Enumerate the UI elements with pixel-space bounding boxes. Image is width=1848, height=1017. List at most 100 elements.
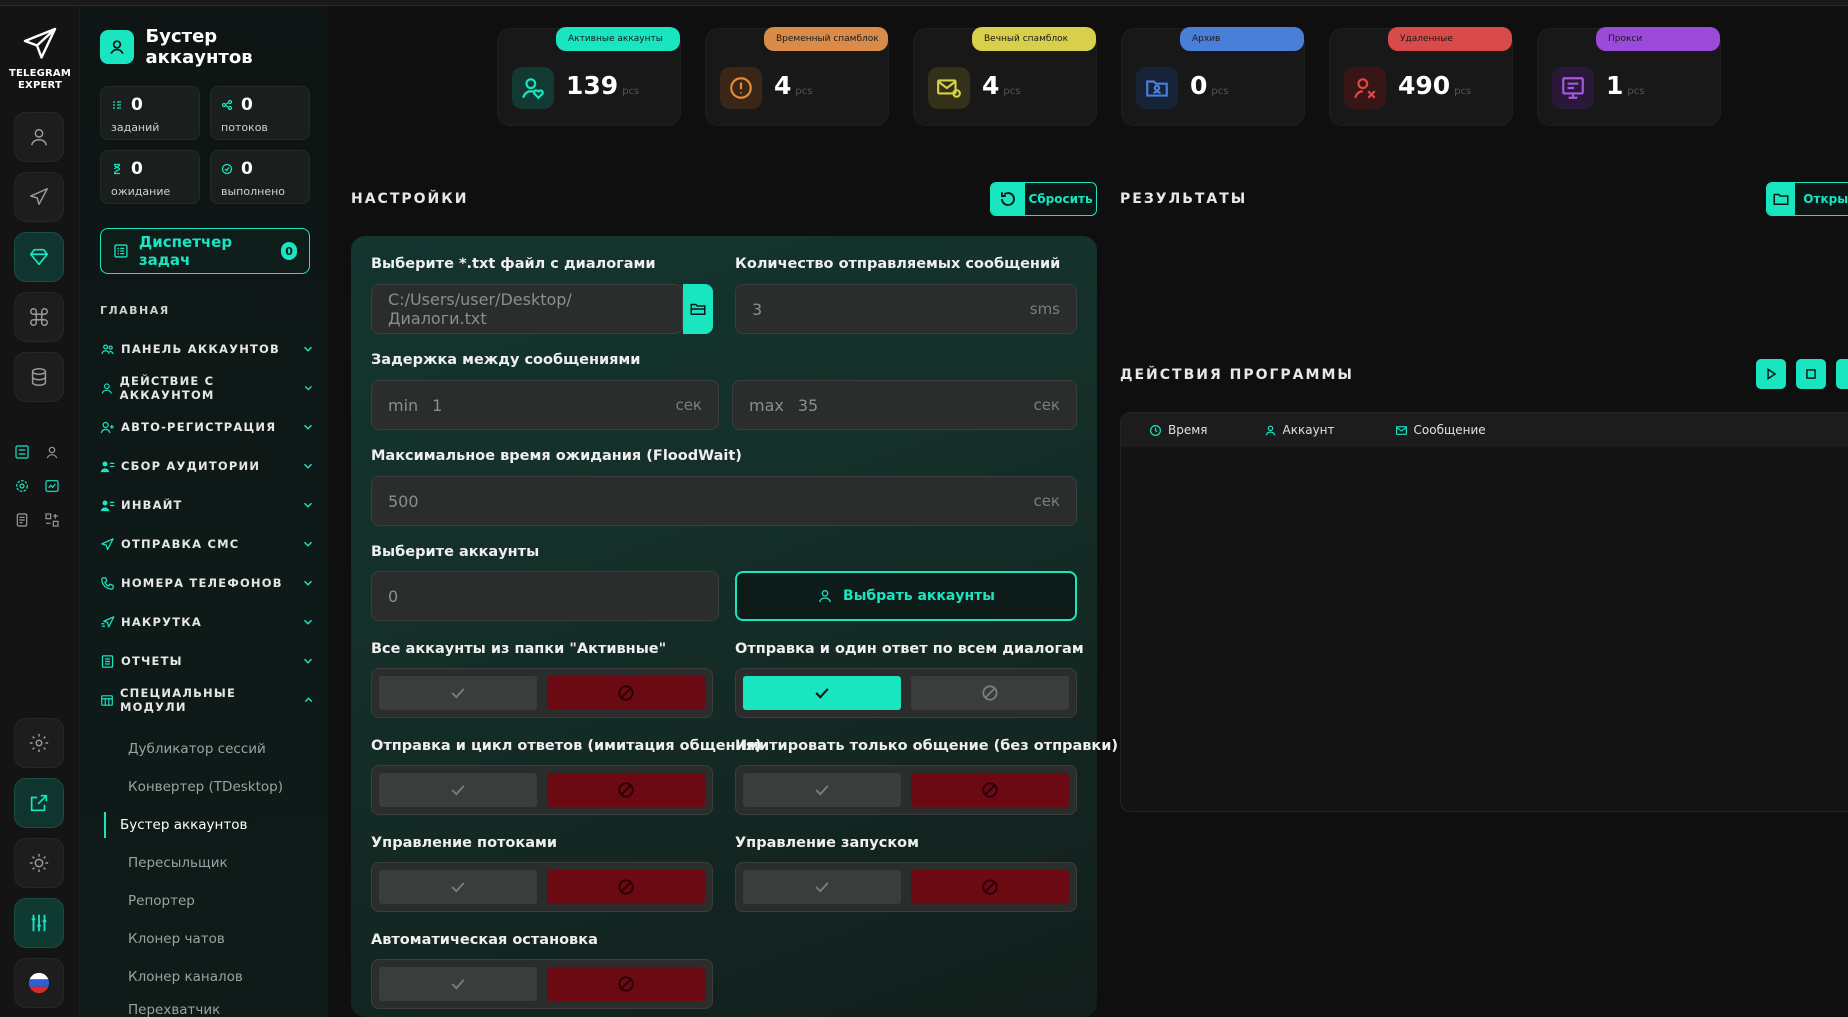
rail-mini-list-button[interactable] xyxy=(12,442,32,462)
reset-button[interactable]: Сбросить xyxy=(990,182,1097,216)
clear-button[interactable] xyxy=(1836,359,1848,389)
rail-command-button[interactable] xyxy=(14,292,64,342)
toggle-imitate-only-label: Имитировать только общение (без отправки… xyxy=(735,738,1119,754)
submenu-account-booster[interactable]: Бустер аккаунтов xyxy=(104,812,304,838)
rail-language-button[interactable] xyxy=(14,958,64,1008)
col-time[interactable]: Время xyxy=(1149,423,1208,437)
menu-account-panel[interactable]: ПАНЕЛЬ АККАУНТОВ xyxy=(100,336,315,362)
check-icon xyxy=(451,785,465,796)
card-archive[interactable]: Архив 0 pcs xyxy=(1121,27,1305,126)
rail-mini-gear-button[interactable] xyxy=(12,476,32,496)
sun-icon xyxy=(29,853,49,873)
menu-account-action[interactable]: ДЕЙСТВИЕ С АККАУНТОМ xyxy=(100,374,315,402)
card-unit: pcs xyxy=(1003,86,1021,97)
card-temp-spamblock[interactable]: Временный спамблок 4 pcs xyxy=(705,27,889,126)
select-accounts-button[interactable]: Выбрать аккаунты xyxy=(735,571,1077,621)
reset-label: Сбросить xyxy=(1028,192,1093,206)
stop-button[interactable] xyxy=(1796,359,1826,389)
rail-mini-dashboard-button[interactable] xyxy=(42,476,62,496)
settings-gear-icon xyxy=(29,733,49,753)
accounts-count-input[interactable]: 0 xyxy=(371,571,719,621)
col-account[interactable]: Аккаунт xyxy=(1264,423,1335,437)
card-label: Прокси xyxy=(1596,27,1720,51)
toggle-threads-label: Управление потоками xyxy=(371,835,558,851)
toggle-off-button[interactable] xyxy=(547,870,705,904)
toggle-on-button[interactable] xyxy=(379,870,537,904)
toggle-on-button[interactable] xyxy=(379,676,537,710)
external-link-icon xyxy=(30,794,48,812)
folder-icon xyxy=(1767,183,1796,215)
chevron-down-icon xyxy=(303,541,313,547)
check-icon xyxy=(451,979,465,990)
check-circle-icon xyxy=(221,163,233,175)
message-count-input[interactable]: 3 sms xyxy=(735,284,1077,334)
rail-mini-user-button[interactable] xyxy=(42,442,62,462)
task-dispatcher-count: 0 xyxy=(281,242,297,260)
menu-label: НАКРУТКА xyxy=(121,615,202,629)
rail-equalizer-button[interactable] xyxy=(14,898,64,948)
submenu-interceptor[interactable]: Перехватчик xyxy=(118,1000,318,1017)
floodwait-input[interactable]: 500 сек xyxy=(371,476,1077,526)
app-logo: TELEGRAM EXPERT xyxy=(0,26,80,92)
menu-audience[interactable]: СБОР АУДИТОРИИ xyxy=(100,453,315,479)
dialogs-file-input[interactable]: C:/Users/user/Desktop/Диалоги.txt xyxy=(371,284,683,334)
rail-accounts-button[interactable] xyxy=(14,112,64,162)
toggle-off-button[interactable] xyxy=(547,967,705,1001)
toggle-on-button[interactable] xyxy=(379,967,537,1001)
rail-send-button[interactable] xyxy=(14,172,64,222)
browse-file-button[interactable] xyxy=(683,284,713,334)
delay-max-input[interactable]: max 35 сек xyxy=(732,380,1077,430)
toggle-off-button[interactable] xyxy=(911,676,1069,710)
open-results-button[interactable]: Открыт xyxy=(1766,182,1848,216)
rail-database-button[interactable] xyxy=(14,352,64,402)
toggle-launch xyxy=(735,862,1077,912)
rail-mini-grid-button[interactable] xyxy=(42,510,62,530)
menu-special-modules[interactable]: СПЕЦИАЛЬНЫЕ МОДУЛИ xyxy=(100,686,315,714)
rail-external-button[interactable] xyxy=(14,778,64,828)
menu-send-sms[interactable]: ОТПРАВКА СМС xyxy=(100,531,315,557)
stat-tasks-value: 0 xyxy=(131,95,143,115)
user-badge-icon xyxy=(100,30,134,64)
card-active-accounts[interactable]: Активные аккаунты 139 pcs xyxy=(497,27,681,126)
menu-invite[interactable]: ИНВАЙТ xyxy=(100,492,315,518)
user-icon xyxy=(101,382,112,394)
menu-reports[interactable]: ОТЧЕТЫ xyxy=(100,648,315,674)
rail-mini-doc-button[interactable] xyxy=(12,510,32,530)
chevron-down-icon xyxy=(303,502,313,508)
submenu-channel-cloner[interactable]: Клонер каналов xyxy=(118,964,318,990)
toggle-on-button[interactable] xyxy=(743,676,901,710)
submenu-forwarder[interactable]: Пересыльщик xyxy=(118,850,318,876)
submenu-chat-cloner[interactable]: Клонер чатов xyxy=(118,926,318,952)
toggle-on-button[interactable] xyxy=(379,773,537,807)
user-list-icon xyxy=(100,500,115,511)
card-perm-spamblock[interactable]: Вечный спамблок 4 pcs xyxy=(913,27,1097,126)
toggle-on-button[interactable] xyxy=(743,773,901,807)
report-icon xyxy=(101,654,114,668)
list-icon xyxy=(15,445,29,459)
toggle-off-button[interactable] xyxy=(911,870,1069,904)
card-deleted[interactable]: Удаленные 490 pcs xyxy=(1329,27,1513,126)
rail-theme-button[interactable] xyxy=(14,838,64,888)
play-button[interactable] xyxy=(1756,359,1786,389)
settings-heading: НАСТРОЙКИ xyxy=(351,191,469,207)
toggle-off-button[interactable] xyxy=(547,676,705,710)
submenu-reporter[interactable]: Репортер xyxy=(118,888,318,914)
toggle-on-button[interactable] xyxy=(743,870,901,904)
delay-min-input[interactable]: min 1 сек xyxy=(371,380,719,430)
card-proxy[interactable]: Прокси 1 pcs xyxy=(1537,27,1721,126)
col-message[interactable]: Сообщение xyxy=(1395,423,1486,437)
chevron-down-icon xyxy=(303,658,313,664)
toggle-off-button[interactable] xyxy=(911,773,1069,807)
stat-threads-label: потоков xyxy=(221,121,268,134)
rail-diamond-button[interactable] xyxy=(14,232,64,282)
submenu-converter[interactable]: Конвертер (TDesktop) xyxy=(118,774,318,800)
menu-auto-registration[interactable]: АВТО-РЕГИСТРАЦИЯ xyxy=(100,414,315,440)
block-icon xyxy=(982,879,998,895)
rail-settings-button[interactable] xyxy=(14,718,64,768)
submenu-session-duplicator[interactable]: Дубликатор сессий xyxy=(118,736,318,762)
task-dispatcher-button[interactable]: Диспетчер задач 0 xyxy=(100,228,310,274)
toggle-off-button[interactable] xyxy=(547,773,705,807)
menu-boost[interactable]: НАКРУТКА xyxy=(100,609,315,635)
app-window: TELEGRAM EXPERT Бустер аккаунтов 0 задан… xyxy=(0,0,1848,1017)
menu-phone-numbers[interactable]: НОМЕРА ТЕЛЕФОНОВ xyxy=(100,570,315,596)
